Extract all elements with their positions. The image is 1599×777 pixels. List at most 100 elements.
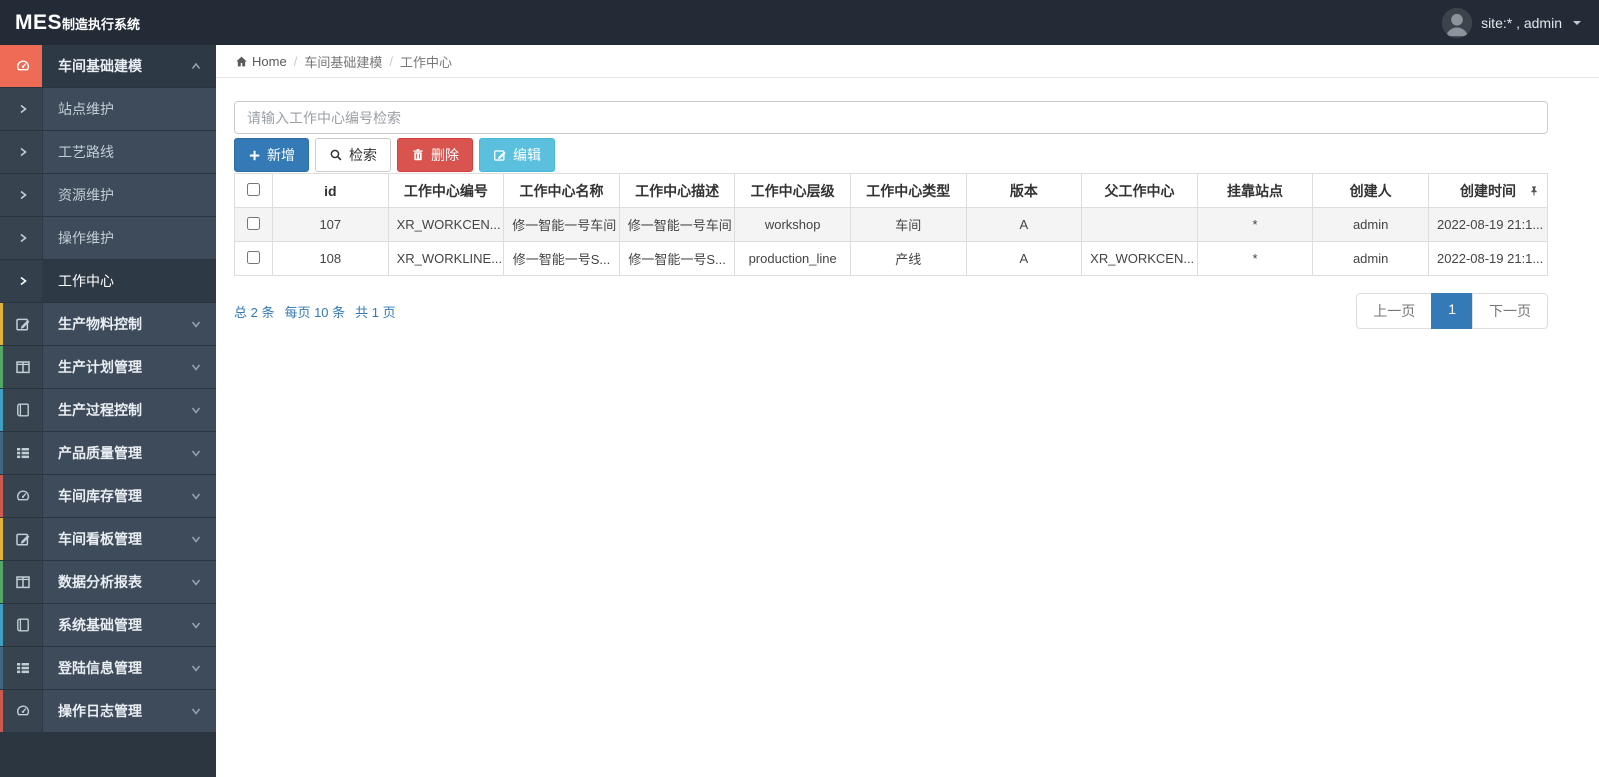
cell-id: 108 <box>272 241 389 276</box>
breadcrumb-separator: / <box>389 53 393 69</box>
sidebar-group-quality-management[interactable]: 产品质量管理 <box>0 432 216 475</box>
select-all-checkbox[interactable] <box>247 182 260 196</box>
sidebar-item-label: 站点维护 <box>43 88 216 130</box>
sidebar-group-label: 产品质量管理 <box>43 432 190 474</box>
work-center-table: id 工作中心编号 工作中心名称 工作中心描述 工作中心层级 工作中心类型 版本… <box>234 173 1548 276</box>
breadcrumb-separator: / <box>293 53 298 69</box>
sidebar-item-label: 工艺路线 <box>43 131 216 173</box>
column-header[interactable]: 挂靠站点 <box>1196 173 1314 208</box>
edit-icon <box>0 518 43 560</box>
sidebar-item-work-center[interactable]: 工作中心 <box>0 260 216 303</box>
sidebar-item-process-route[interactable]: 工艺路线 <box>0 131 216 174</box>
chevron-up-icon <box>190 45 216 87</box>
delete-button-label: 删除 <box>431 147 459 163</box>
chevron-down-icon <box>190 561 216 603</box>
row-checkbox[interactable] <box>247 250 260 264</box>
plus-icon <box>249 150 260 160</box>
chevron-right-icon <box>0 131 43 173</box>
column-header[interactable]: 版本 <box>965 173 1083 208</box>
breadcrumb-home[interactable]: Home <box>235 54 287 69</box>
sidebar-group-kanban-management[interactable]: 车间看板管理 <box>0 518 216 561</box>
add-button-label: 新增 <box>267 147 295 163</box>
sidebar-group-label: 生产物料控制 <box>43 303 190 345</box>
search-input[interactable] <box>234 101 1548 134</box>
gauge-icon <box>0 690 43 732</box>
column-header-label: 创建时间 <box>1460 182 1516 199</box>
column-header[interactable]: 工作中心类型 <box>849 173 967 208</box>
breadcrumb-section[interactable]: 车间基础建模 <box>304 52 382 71</box>
delete-button[interactable]: 删除 <box>397 138 473 172</box>
pagination-page-count: 共 1 页 <box>355 304 396 320</box>
column-header[interactable]: 父工作中心 <box>1081 173 1198 208</box>
pagination-summary: 总 2 条 每页 10 条 共 1 页 <box>234 302 396 321</box>
column-header[interactable]: 工作中心描述 <box>618 173 736 208</box>
column-header[interactable]: 工作中心层级 <box>734 173 851 208</box>
sidebar-group-plan-management[interactable]: 生产计划管理 <box>0 346 216 389</box>
prev-page-button[interactable]: 上一页 <box>1356 293 1433 329</box>
sidebar-group-operation-log-management[interactable]: 操作日志管理 <box>0 690 216 733</box>
cell-created-time: 2022-08-19 21:1... <box>1428 207 1548 242</box>
sidebar-group-material-control[interactable]: 生产物料控制 <box>0 303 216 346</box>
sidebar-group-system-base-management[interactable]: 系统基础管理 <box>0 604 216 647</box>
app-logo[interactable]: MES 制造执行系统 <box>0 11 140 35</box>
select-all-cell <box>234 173 273 208</box>
sidebar-group-label: 登陆信息管理 <box>43 647 190 689</box>
edit-icon <box>494 150 507 161</box>
edit-button[interactable]: 编辑 <box>479 138 555 172</box>
cell-parent <box>1081 207 1198 242</box>
search-button-label: 检索 <box>349 147 377 163</box>
sidebar: 车间基础建模 站点维护 工艺路线 资源维护 操作维护 工作中心 生产物料控制 生… <box>0 45 216 777</box>
sidebar-item-operation-maintenance[interactable]: 操作维护 <box>0 217 216 260</box>
sidebar-group-workshop-base-modeling[interactable]: 车间基础建模 <box>0 45 216 88</box>
cell-type: 车间 <box>849 207 967 242</box>
sidebar-group-label: 车间看板管理 <box>43 518 190 560</box>
row-checkbox[interactable] <box>247 216 260 230</box>
cell-code: XR_WORKLINE... <box>387 241 505 276</box>
cell-id: 107 <box>272 207 389 242</box>
user-menu[interactable]: site:* , admin <box>1442 7 1599 38</box>
sidebar-group-label: 生产过程控制 <box>43 389 190 431</box>
sidebar-group-inventory-management[interactable]: 车间库存管理 <box>0 475 216 518</box>
pin-icon[interactable] <box>1528 185 1540 197</box>
sidebar-group-login-info-management[interactable]: 登陆信息管理 <box>0 647 216 690</box>
table-row[interactable]: 108 XR_WORKLINE... 修一智能一号S... 修一智能一号S...… <box>234 241 1548 276</box>
sidebar-group-label: 系统基础管理 <box>43 604 190 646</box>
logo-secondary-text: 制造执行系统 <box>62 16 141 32</box>
pagination: 总 2 条 每页 10 条 共 1 页 上一页 1 下一页 <box>234 293 1548 329</box>
breadcrumb-current: 工作中心 <box>399 54 452 70</box>
cell-site: * <box>1196 207 1314 242</box>
cell-site: * <box>1196 241 1314 276</box>
gauge-icon <box>0 45 43 87</box>
column-header[interactable]: 创建人 <box>1312 173 1429 208</box>
column-header-created-time[interactable]: 创建时间 <box>1428 173 1548 208</box>
table-row[interactable]: 107 XR_WORKCEN... 修一智能一号车间 修一智能一号车间 work… <box>234 207 1548 242</box>
sidebar-item-site-maintenance[interactable]: 站点维护 <box>0 88 216 131</box>
caret-down-icon <box>1573 20 1581 25</box>
column-header[interactable]: id <box>272 173 389 208</box>
sidebar-item-label: 资源维护 <box>43 174 216 216</box>
chevron-right-icon <box>0 260 43 302</box>
edit-button-label: 编辑 <box>513 147 541 163</box>
sidebar-group-label: 生产计划管理 <box>43 346 190 388</box>
th-list-icon <box>0 432 43 474</box>
pagination-buttons: 上一页 1 下一页 <box>1356 293 1548 329</box>
sidebar-group-process-control[interactable]: 生产过程控制 <box>0 389 216 432</box>
sidebar-item-resource-maintenance[interactable]: 资源维护 <box>0 174 216 217</box>
search-button[interactable]: 检索 <box>315 138 391 172</box>
row-select-cell <box>234 207 273 242</box>
columns-icon <box>0 346 43 388</box>
add-button[interactable]: 新增 <box>234 138 309 172</box>
sidebar-group-label: 车间库存管理 <box>43 475 190 517</box>
pagination-page-size[interactable]: 每页 10 条 <box>284 302 345 321</box>
logo-primary-text: MES <box>15 10 63 34</box>
cell-description: 修一智能一号车间 <box>618 207 736 242</box>
column-header[interactable]: 工作中心编号 <box>387 173 505 208</box>
table-header-row: id 工作中心编号 工作中心名称 工作中心描述 工作中心层级 工作中心类型 版本… <box>234 173 1548 208</box>
column-header[interactable]: 工作中心名称 <box>503 173 620 208</box>
sidebar-group-data-analysis-report[interactable]: 数据分析报表 <box>0 561 216 604</box>
chevron-right-icon <box>0 174 43 216</box>
book-icon <box>0 604 43 646</box>
page-number-button[interactable]: 1 <box>1431 293 1473 329</box>
main-content: Home / 车间基础建模 / 工作中心 新增 检索 删除 编辑 <box>216 45 1599 777</box>
next-page-button[interactable]: 下一页 <box>1472 293 1548 329</box>
